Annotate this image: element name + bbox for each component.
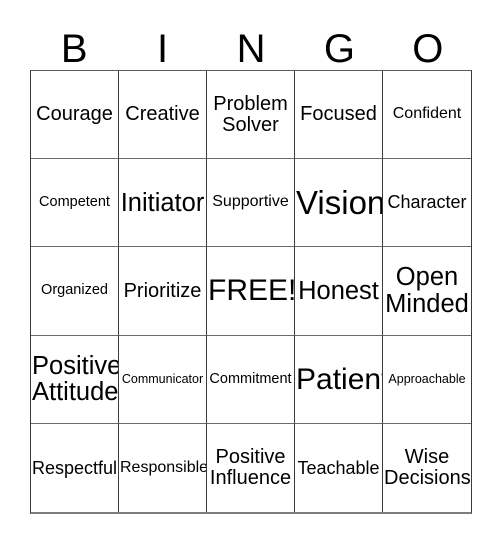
bingo-cell[interactable]: Respectful xyxy=(31,423,119,512)
bingo-cell-label: Focused xyxy=(300,103,377,126)
bingo-cell-label: Wise Decisions xyxy=(384,446,471,489)
bingo-cell[interactable]: Open Minded xyxy=(383,247,471,336)
bingo-cell-label: Teachable xyxy=(297,457,380,478)
bingo-cell-label: Competent xyxy=(39,194,110,211)
bingo-cell-label: Creative xyxy=(125,103,200,126)
bingo-cell-label: Supportive xyxy=(212,193,289,211)
bingo-cell-label: Organized xyxy=(41,282,108,299)
bingo-cell-label: Open Minded xyxy=(385,263,469,318)
bingo-cell[interactable]: Teachable xyxy=(295,423,383,512)
bingo-cell-label: FREE! xyxy=(208,274,295,308)
bingo-cell[interactable]: Focused xyxy=(295,71,383,160)
bingo-cell[interactable]: Patient xyxy=(295,335,383,424)
bingo-cell-label: Initiator xyxy=(120,188,205,217)
bingo-cell[interactable]: Honest xyxy=(295,247,383,336)
bingo-cell[interactable]: Confident xyxy=(383,71,471,160)
header-letter-i: I xyxy=(157,27,169,71)
header-letter-o: O xyxy=(412,27,444,71)
bingo-cell-label: Approachable xyxy=(388,371,466,386)
bingo-cell-label: Positive Influence xyxy=(209,446,292,489)
bingo-free-space[interactable]: FREE! xyxy=(207,247,295,336)
bingo-cell[interactable]: Supportive xyxy=(207,159,295,248)
bingo-cell[interactable]: Competent xyxy=(31,159,119,248)
bingo-cell-label: Character xyxy=(387,192,467,213)
bingo-cell[interactable]: Wise Decisions xyxy=(383,423,471,512)
bingo-cell[interactable]: Problem Solver xyxy=(207,71,295,160)
bingo-cell-label: Positive Attitude xyxy=(32,351,119,407)
bingo-cell-label: Communicator xyxy=(121,371,204,386)
bingo-cell[interactable]: Character xyxy=(383,159,471,248)
bingo-cell-label: Commitment xyxy=(209,370,292,387)
bingo-cell[interactable]: Vision xyxy=(295,159,383,248)
header-letter-g: G xyxy=(323,27,355,71)
bingo-cell-label: Honest xyxy=(298,276,379,305)
bingo-cell-label: Problem Solver xyxy=(213,92,288,136)
header-letter-b: B xyxy=(60,27,88,71)
bingo-cell-label: Responsible xyxy=(120,458,207,476)
header-letter-n: N xyxy=(236,27,266,71)
bingo-cell-label: Confident xyxy=(392,105,462,123)
bingo-cell[interactable]: Commitment xyxy=(207,335,295,424)
bingo-cell[interactable]: Organized xyxy=(31,247,119,336)
bingo-cell-label: Patient xyxy=(296,362,383,396)
bingo-cell[interactable]: Initiator xyxy=(119,159,207,248)
bingo-cell[interactable]: Approachable xyxy=(383,335,471,424)
bingo-cell[interactable]: Positive Influence xyxy=(207,423,295,512)
bingo-cell[interactable]: Prioritize xyxy=(119,247,207,336)
bingo-cell[interactable]: Courage xyxy=(31,71,119,160)
bingo-grid: Courage Creative Problem Solver Focused Conf… xyxy=(30,70,472,514)
bingo-card: B I N G O Courage Creative Problem Solver F… xyxy=(0,0,500,544)
bingo-cell[interactable]: Responsible xyxy=(119,423,207,512)
bingo-cell[interactable]: Communicator xyxy=(119,335,207,424)
bingo-cell-label: Respectful xyxy=(32,457,118,478)
bingo-cell-label: Prioritize xyxy=(123,279,202,302)
bingo-cell[interactable]: Creative xyxy=(119,71,207,160)
bingo-cell[interactable]: Positive Attitude xyxy=(31,335,119,424)
bingo-header-row: B I N G O xyxy=(30,18,472,70)
bingo-cell-label: Courage xyxy=(36,103,113,126)
bingo-cell-label: Vision xyxy=(296,183,383,221)
